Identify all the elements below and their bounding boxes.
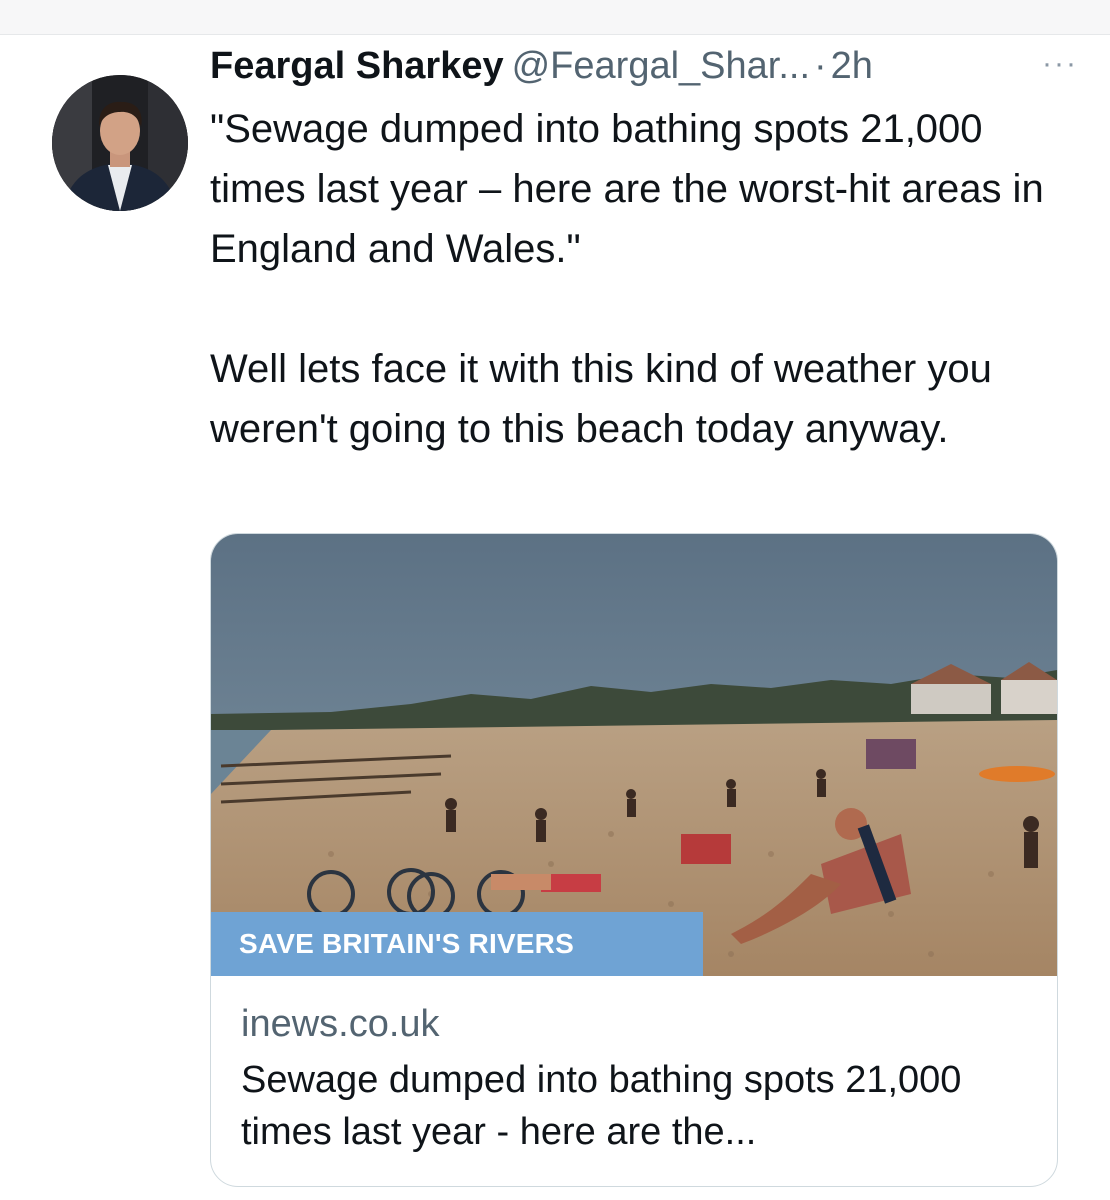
avatar[interactable] [52,75,188,211]
tweet-header: Feargal Sharkey @Feargal_Shar... · 2h ··· [210,41,1090,91]
separator-dot: · [814,45,827,87]
tweet-text: "Sewage dumped into bathing spots 21,000… [210,99,1070,459]
card-text: inews.co.uk Sewage dumped into bathing s… [241,998,1041,1158]
card-image-tag: SAVE BRITAIN'S RIVERS [211,912,703,976]
tweet-paragraph: Well lets face it with this kind of weat… [210,347,992,451]
author-name[interactable]: Feargal Sharkey [210,45,504,87]
top-bar [0,0,1110,35]
card-image[interactable]: SAVE BRITAIN'S RIVERS [211,534,1057,976]
timestamp[interactable]: 2h [831,45,873,87]
card-domain: inews.co.uk [241,1003,440,1045]
author-handle[interactable]: @Feargal_Shar... [512,45,810,87]
tweet-paragraph: "Sewage dumped into bathing spots 21,000… [210,107,1044,271]
card-title: Sewage dumped into bathing spots 21,000 … [241,1059,962,1153]
link-card[interactable]: SAVE BRITAIN'S RIVERS inews.co.uk Sewage… [210,533,1058,1187]
tweet[interactable]: Feargal Sharkey @Feargal_Shar... · 2h ··· "… [0,35,1110,1200]
more-horizontal-icon[interactable]: ··· [1030,41,1090,91]
